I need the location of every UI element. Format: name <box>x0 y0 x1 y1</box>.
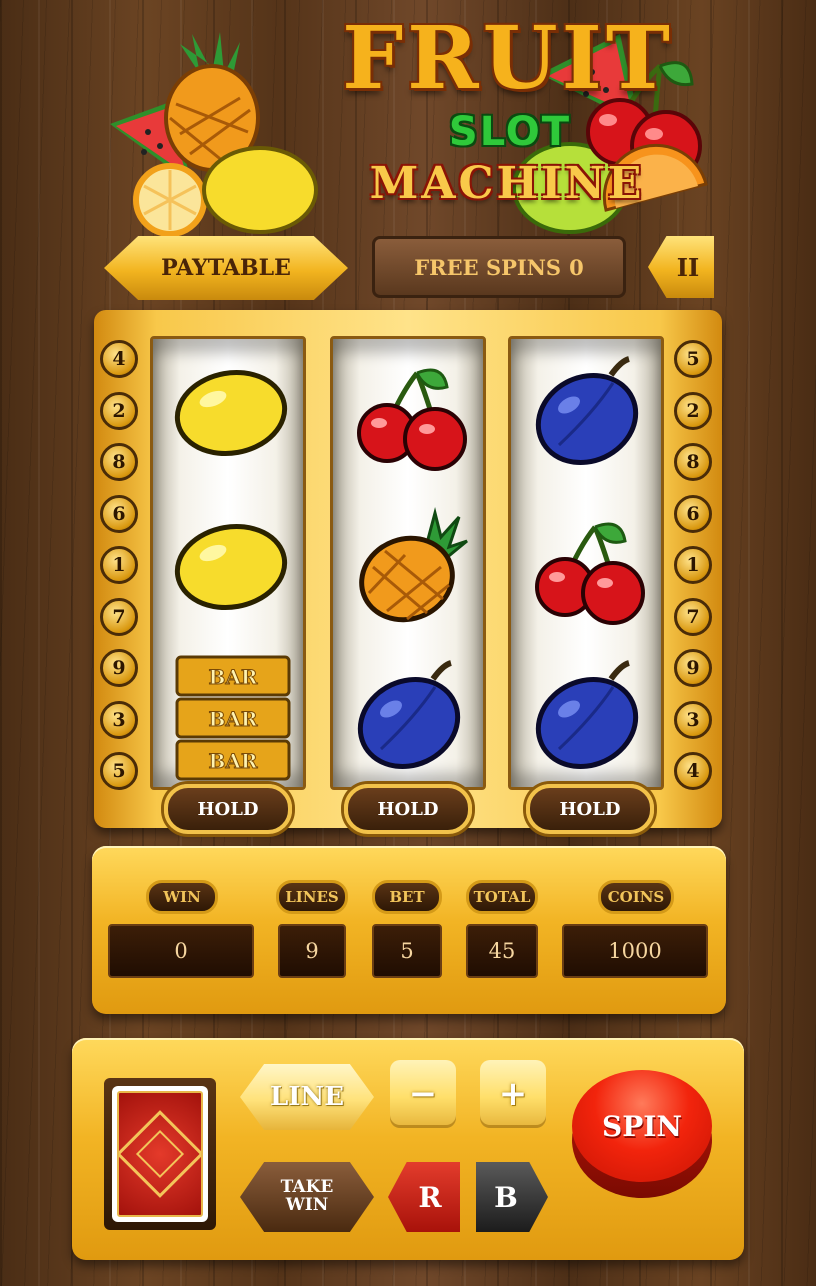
hold-label: HOLD <box>377 798 439 820</box>
triple-bar-icon: BAR BAR BAR <box>175 655 291 781</box>
free-spins-value: 0 <box>569 254 584 280</box>
reel-1: BAR BAR BAR <box>150 336 306 790</box>
paytable-button[interactable]: PAYTABLE <box>104 236 348 300</box>
title-machine-text: MACHINE <box>369 158 645 209</box>
bet-increase-button[interactable]: + <box>480 1060 546 1128</box>
lemon-icon <box>171 353 291 473</box>
cherry-icon <box>529 507 649 627</box>
reel-2 <box>330 336 486 790</box>
gamble-card-button[interactable] <box>104 1078 216 1230</box>
coins-value: 1000 <box>562 924 708 978</box>
line-label: LINE <box>269 1082 345 1112</box>
paylines-left: 4 2 8 6 1 7 9 3 5 <box>100 340 144 790</box>
card-back-icon <box>112 1086 208 1222</box>
payline-marker[interactable]: 2 <box>674 391 712 430</box>
payline-marker[interactable]: 3 <box>100 700 138 739</box>
payline-marker[interactable]: 7 <box>100 597 138 636</box>
payline-marker[interactable]: 9 <box>100 649 138 687</box>
payline-marker[interactable]: 5 <box>100 752 138 790</box>
spin-button[interactable]: SPIN <box>572 1070 712 1182</box>
plum-icon <box>529 657 649 777</box>
payline-marker[interactable]: 6 <box>100 494 138 533</box>
minus-icon: − <box>408 1074 438 1114</box>
red-label: R <box>418 1180 442 1214</box>
payline-marker[interactable]: 8 <box>674 443 712 481</box>
lemon-icon <box>171 507 291 627</box>
hold-button-reel-2[interactable]: HOLD <box>344 784 472 834</box>
paytable-label: PAYTABLE <box>161 255 291 281</box>
line-button[interactable]: LINE <box>240 1064 374 1130</box>
win-value: 0 <box>108 924 254 978</box>
pause-button[interactable]: II <box>648 236 714 298</box>
payline-marker[interactable]: 3 <box>674 700 712 739</box>
reel-3 <box>508 336 664 790</box>
lines-label: LINES <box>276 880 348 914</box>
bar-label: BAR <box>208 707 257 731</box>
bar-label: BAR <box>208 665 257 689</box>
pause-icon: II <box>676 252 700 282</box>
black-label: B <box>494 1180 518 1214</box>
free-spins-label: FREE SPINS <box>414 254 562 280</box>
bet-value: 5 <box>372 924 442 978</box>
hold-button-reel-1[interactable]: HOLD <box>164 784 292 834</box>
hold-label: HOLD <box>197 798 259 820</box>
take-win-label-line2: WIN <box>285 1195 329 1215</box>
payline-marker[interactable]: 1 <box>674 546 712 584</box>
hold-label: HOLD <box>559 798 621 820</box>
payline-marker[interactable]: 7 <box>674 597 712 636</box>
lines-value: 9 <box>278 924 346 978</box>
payline-marker[interactable]: 8 <box>100 443 138 481</box>
title-slot-text: SLOT <box>448 109 572 155</box>
payline-marker[interactable]: 4 <box>674 752 712 790</box>
pineapple-icon <box>351 507 471 627</box>
title-fruit-text: FRUIT <box>342 8 674 109</box>
spin-label: SPIN <box>602 1109 682 1143</box>
total-value: 45 <box>466 924 538 978</box>
game-logo: FRUIT SLOT MACHINE <box>100 14 716 236</box>
payline-marker[interactable]: 9 <box>674 649 712 687</box>
win-label: WIN <box>146 880 218 914</box>
coins-label: COINS <box>598 880 674 914</box>
plum-icon <box>351 657 471 777</box>
payline-marker[interactable]: 2 <box>100 391 138 430</box>
cherry-icon <box>351 353 471 473</box>
payline-marker[interactable]: 5 <box>674 340 712 378</box>
paylines-right: 5 2 8 6 1 7 9 3 4 <box>674 340 718 790</box>
bet-decrease-button[interactable]: − <box>390 1060 456 1128</box>
payline-marker[interactable]: 4 <box>100 340 138 378</box>
payline-marker[interactable]: 1 <box>100 546 138 584</box>
total-label: TOTAL <box>466 880 538 914</box>
free-spins-display: FREE SPINS 0 <box>372 236 626 298</box>
plus-icon: + <box>498 1074 528 1114</box>
bar-label: BAR <box>208 749 257 773</box>
payline-marker[interactable]: 6 <box>674 494 712 533</box>
take-win-button[interactable]: TAKE WIN <box>240 1162 374 1232</box>
plum-icon <box>529 353 649 473</box>
bet-label: BET <box>372 880 442 914</box>
hold-button-reel-3[interactable]: HOLD <box>526 784 654 834</box>
